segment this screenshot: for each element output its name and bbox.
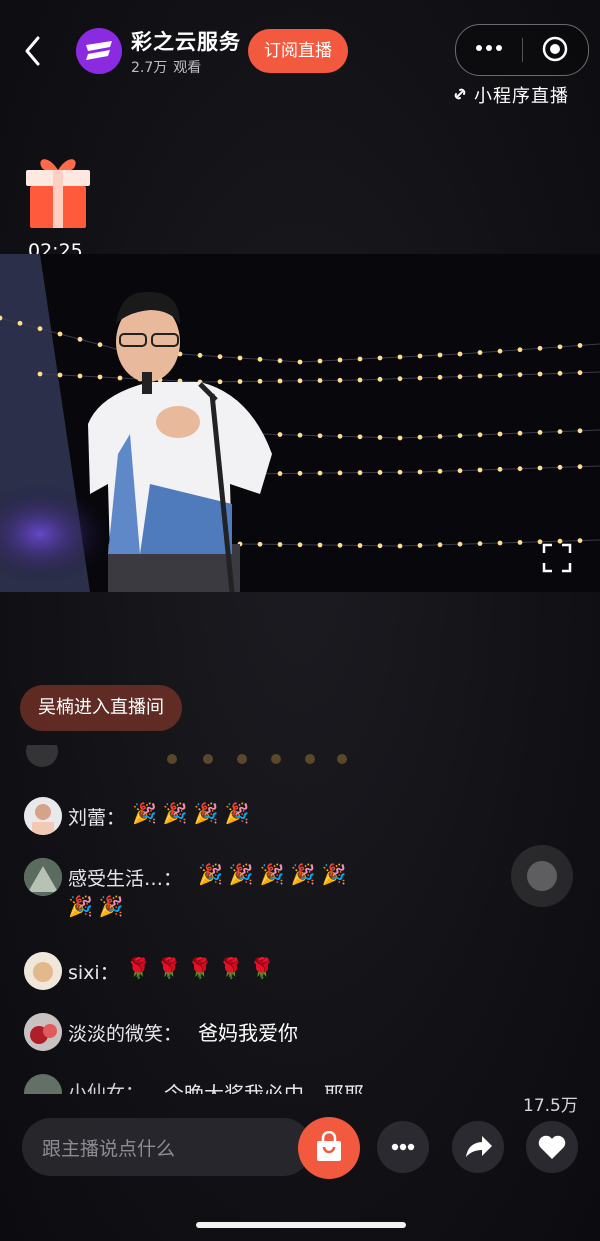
party-popper-icon: 🎉	[198, 862, 223, 886]
like-count: 17.5万	[523, 1096, 578, 1116]
share-button[interactable]	[452, 1121, 504, 1173]
party-popper-icon: 🎉	[193, 801, 219, 825]
view-count-label: 观看	[173, 60, 202, 76]
rose-icon: 🌹	[126, 956, 151, 980]
comment-item: sixi： 🌹 🌹 🌹 🌹 🌹	[22, 950, 322, 990]
comment-emoji-row: 🌹 🌹 🌹 🌹 🌹	[126, 956, 281, 980]
avatar[interactable]	[24, 858, 62, 896]
comment-input-placeholder: 跟主播说点什么	[42, 1138, 176, 1160]
party-popper-icon: 🎉	[98, 894, 124, 918]
fullscreen-icon[interactable]	[541, 542, 573, 574]
comment-emoji-row: 🎉 🎉 🎉 🎉	[132, 801, 256, 825]
more-options-icon[interactable]	[474, 38, 508, 58]
comment-author: 刘蕾：	[68, 807, 126, 829]
faded-comment-row	[24, 735, 364, 769]
shopping-bag-icon	[317, 1131, 341, 1161]
gift-box-icon[interactable]	[22, 150, 94, 230]
comment-text: 爸妈我爱你	[198, 1021, 298, 1045]
comment-author: 淡淡的微笑：	[68, 1023, 183, 1045]
view-count: 2.7万 观看	[131, 57, 207, 77]
link-icon	[454, 88, 466, 100]
comment-author: 小仙女：	[68, 1082, 145, 1094]
party-popper-icon: 🎉	[162, 801, 188, 825]
comment-item: 刘蕾： 🎉 🎉 🎉 🎉	[22, 795, 322, 835]
view-count-value: 2.7万	[131, 60, 168, 76]
home-indicator	[196, 1222, 406, 1228]
rose-icon: 🌹	[187, 956, 213, 980]
party-popper-icon: 🎉	[321, 862, 347, 886]
comment-item: 感受生活…： 🎉 🎉 🎉 🎉 🎉 🎉 🎉	[22, 856, 382, 928]
avatar[interactable]	[24, 797, 62, 835]
ellipsis-icon	[391, 1143, 415, 1151]
rose-icon: 🌹	[156, 956, 182, 980]
party-popper-icon: 🎉	[132, 801, 157, 825]
comment-text: 今晚大奖我必中，耶耶	[164, 1082, 364, 1094]
close-target-icon[interactable]	[542, 36, 568, 62]
comment-author: sixi：	[68, 962, 119, 984]
comment-item-partial: 小仙女： 今晚大奖我必中，耶耶	[22, 1072, 402, 1094]
avatar[interactable]	[24, 1074, 62, 1094]
party-popper-icon: 🎉	[68, 894, 93, 918]
avatar[interactable]	[24, 1013, 62, 1051]
share-arrow-icon	[466, 1136, 492, 1157]
comment-emoji-row: 🎉 🎉	[68, 894, 130, 918]
comment-item: 淡淡的微笑： 爸妈我爱你	[22, 1011, 342, 1051]
comment-emoji-row: 🎉 🎉 🎉 🎉 🎉	[198, 862, 353, 886]
subscribe-button[interactable]: 订阅直播	[248, 29, 348, 73]
more-button[interactable]	[377, 1121, 429, 1173]
channel-logo[interactable]	[76, 28, 122, 74]
back-icon[interactable]	[22, 34, 44, 68]
rose-icon: 🌹	[218, 956, 244, 980]
party-popper-icon: 🎉	[224, 801, 250, 825]
rose-icon: 🌹	[249, 956, 275, 980]
party-popper-icon: 🎉	[290, 862, 316, 886]
shopping-bag-button[interactable]	[298, 1117, 360, 1179]
heart-icon	[538, 1135, 566, 1159]
miniprogram-label: 小程序直播	[474, 86, 569, 107]
enter-room-notice: 吴楠进入直播间	[20, 685, 182, 731]
party-popper-icon: 🎉	[259, 862, 285, 886]
comment-author: 感受生活…：	[68, 868, 183, 890]
channel-title: 彩之云服务	[131, 30, 241, 54]
floating-assistive-button[interactable]	[511, 845, 573, 907]
live-video[interactable]	[0, 254, 600, 592]
avatar[interactable]	[24, 952, 62, 990]
like-button[interactable]	[526, 1121, 578, 1173]
party-popper-icon: 🎉	[228, 862, 254, 886]
miniprogram-link[interactable]: 小程序直播	[450, 82, 569, 108]
